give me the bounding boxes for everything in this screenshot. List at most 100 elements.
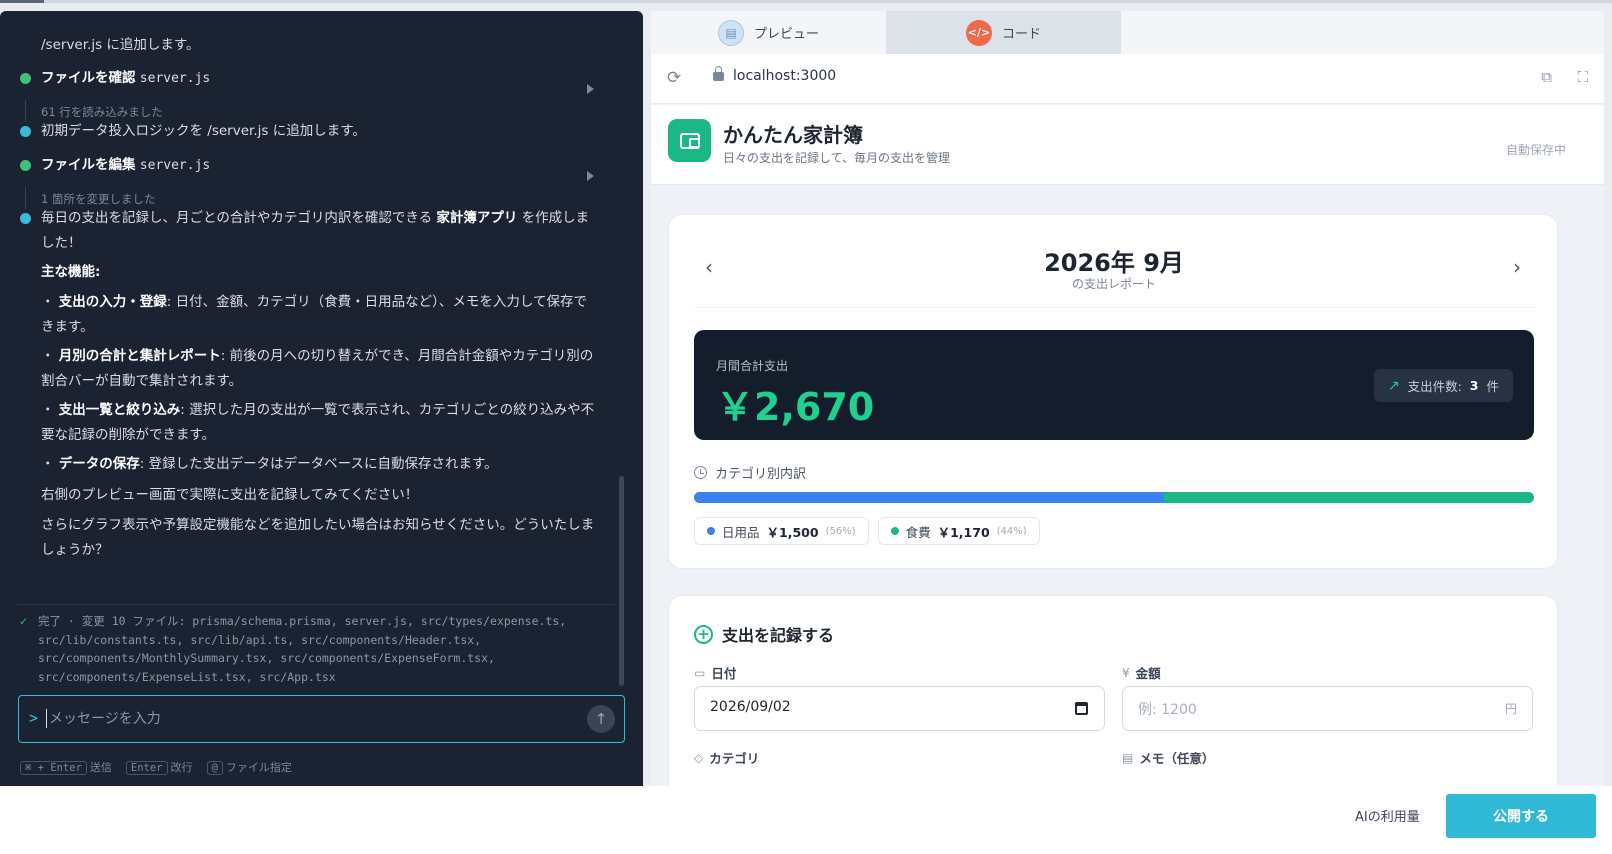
open-external-icon[interactable]: ⧉ xyxy=(1541,68,1552,86)
app-subtitle: 日々の支出を記録して、毎月の支出を管理 xyxy=(723,151,951,165)
status-dot-icon xyxy=(20,213,31,224)
chat-scrollbar[interactable] xyxy=(619,476,624,686)
completion-summary: ✓ 完了 · 変更 10 ファイル: prisma/schema.prisma,… xyxy=(20,612,612,686)
chat-message: /server.js に追加します。 xyxy=(20,33,610,58)
document-icon: ▤ xyxy=(1122,750,1134,765)
tab-bar: ▤ プレビュー </> コード xyxy=(651,11,1604,54)
preview-panel: ▤ プレビュー </> コード ⟳ localhost:3000 ⧉ ⛶ かんた… xyxy=(651,11,1604,786)
fullscreen-icon[interactable]: ⛶ xyxy=(1577,68,1588,86)
amount-placeholder: 例: 1200 xyxy=(1138,702,1197,718)
tag-icon: ◇ xyxy=(694,750,704,765)
hint-file: @ ファイル指定 xyxy=(206,759,292,775)
feature-item: ・ 月別の合計と集計レポート: 前後の月への切り替えができ、月間合計金額やカテゴ… xyxy=(41,348,594,389)
chip-percent: (44%) xyxy=(996,525,1027,537)
status-dot-icon xyxy=(20,126,31,137)
share-bar-daily-goods xyxy=(694,492,1165,503)
arrow-up-icon: ↑ xyxy=(594,710,608,728)
date-value: 2026/09/02 xyxy=(710,699,791,715)
green-dot-icon xyxy=(890,527,899,535)
hint-newline: Enter 改行 xyxy=(125,759,193,775)
plus-circle-icon: + xyxy=(694,624,713,644)
date-input[interactable]: 2026/09/02 xyxy=(694,686,1105,731)
count-label: 支出件数: xyxy=(1407,379,1462,394)
tool-step-read[interactable]: ファイルを確認 server.js xyxy=(20,66,610,91)
count-value: 3 xyxy=(1469,378,1479,393)
memo-label: ▤ メモ（任意） xyxy=(1122,750,1215,767)
status-dot-icon xyxy=(20,73,31,84)
category-chip-daily-goods[interactable]: 日用品 ￥1,500 (56%) xyxy=(694,517,869,545)
chat-message: 初期データ投入ロジックを /server.js に追加します。 xyxy=(20,119,610,144)
url-text[interactable]: localhost:3000 xyxy=(733,68,836,84)
amount-input[interactable]: 例: 1200 円 xyxy=(1122,686,1533,731)
expand-triangle-icon[interactable] xyxy=(587,84,594,94)
send-button[interactable]: ↑ xyxy=(587,705,615,733)
expense-count-badge: ↗ 支出件数: 3 件 xyxy=(1373,369,1513,402)
chip-amount: ￥1,170 xyxy=(937,524,990,540)
category-label: ◇ カテゴリ xyxy=(694,750,760,767)
wallet-icon xyxy=(668,119,711,162)
chat-panel: /server.js に追加します。 ファイルを確認 server.js 61 … xyxy=(0,11,643,786)
hint-send: ⌘ + Enter 送信 xyxy=(20,759,112,775)
address-bar: ⟳ localhost:3000 ⧉ ⛶ xyxy=(651,54,1604,104)
category-share-bar xyxy=(694,492,1534,503)
pie-chart-icon xyxy=(694,466,707,479)
calendar-icon: ▭ xyxy=(694,665,706,680)
tab-preview[interactable]: ▤ プレビュー xyxy=(651,11,886,54)
app-title: かんたん家計簿 xyxy=(723,123,863,147)
category-breakdown-heading: カテゴリ別内訳 xyxy=(694,463,806,482)
tool-step-edit[interactable]: ファイルを編集 server.js xyxy=(20,153,610,178)
keyboard-hints: ⌘ + Enter 送信 Enter 改行 @ ファイル指定 xyxy=(20,759,292,775)
blue-dot-icon xyxy=(707,527,715,535)
total-value: ￥2,670 xyxy=(716,385,875,429)
app-header: かんたん家計簿 日々の支出を記録して、毎月の支出を管理 自動保存中 xyxy=(651,105,1604,185)
tool-action: ファイルを確認 xyxy=(41,70,136,86)
chat-message-summary: 毎日の支出を記録し、月ごとの合計やカテゴリ内訳を確認できる 家計簿アプリ を作成… xyxy=(20,206,598,256)
feature-item: ・ 支出の入力・登録: 日付、金額、カテゴリ（食費・日用品など）、メモを入力して… xyxy=(41,294,587,335)
feature-item: ・ 支出一覧と絞り込み: 選択した月の支出が一覧で表示され、カテゴリごとの絞り込… xyxy=(41,402,595,443)
closing-question: さらにグラフ表示や予算設定機能などを追加したい場合はお知らせください。どういたし… xyxy=(41,517,595,558)
month-title: 2026年 9月 xyxy=(1044,249,1184,277)
category-chip-food[interactable]: 食費 ￥1,170 (44%) xyxy=(877,517,1040,545)
chip-name: 日用品 xyxy=(722,524,760,540)
top-progress-line xyxy=(0,0,1612,3)
status-dot-icon xyxy=(20,160,31,171)
bottom-bar: AIの利用量 公開する xyxy=(0,786,1612,854)
form-title: + 支出を記録する xyxy=(694,622,834,646)
date-label: ▭ 日付 xyxy=(694,665,737,682)
category-chips: 日用品 ￥1,500 (56%) 食費 ￥1,170 (44%) xyxy=(694,517,1040,545)
monthly-total-box: 月間合計支出 ￥2,670 ↗ 支出件数: 3 件 xyxy=(694,330,1534,440)
expand-triangle-icon[interactable] xyxy=(587,171,594,181)
calendar-picker-icon[interactable] xyxy=(1075,702,1088,715)
divider xyxy=(694,307,1534,308)
autosave-status: 自動保存中 xyxy=(1505,143,1566,157)
app-window: /server.js に追加します。 ファイルを確認 server.js 61 … xyxy=(0,0,1612,854)
trending-up-icon: ↗ xyxy=(1387,377,1400,394)
chat-log[interactable]: /server.js に追加します。 ファイルを確認 server.js 61 … xyxy=(0,11,630,691)
summary-app-name: 家計簿アプリ xyxy=(436,210,518,226)
publish-button[interactable]: 公開する xyxy=(1446,794,1596,838)
month-subtitle: の支出レポート xyxy=(1071,277,1156,291)
chat-message-text: /server.js に追加します。 xyxy=(41,37,200,53)
yen-icon: ¥ xyxy=(1122,665,1130,680)
message-input-box[interactable]: > ↑ xyxy=(18,695,625,743)
monthly-report-card: ‹ › 2026年 9月 の支出レポート 月間合計支出 ￥2,670 ↗ 支出件… xyxy=(668,214,1558,569)
expense-form-card: + 支出を記録する ▭ 日付 2026/09/02 ¥ 金額 例: 1200 円 ◇… xyxy=(668,595,1558,786)
divider xyxy=(17,604,615,605)
amount-label: ¥ 金額 xyxy=(1122,665,1161,682)
prompt-icon: > xyxy=(29,709,39,727)
tab-label: プレビュー xyxy=(753,27,819,42)
chat-message-text: 初期データ投入ロジックを /server.js に追加します。 xyxy=(41,123,366,139)
feature-item: ・ データの保存: 登録した支出データはデータベースに自動保存されます。 xyxy=(41,456,498,472)
reload-icon[interactable]: ⟳ xyxy=(667,68,681,88)
preview-icon: ▤ xyxy=(717,19,744,46)
features-heading: 主な機能: xyxy=(41,264,101,280)
summary-text: 毎日の支出を記録し、月ごとの合計やカテゴリ内訳を確認できる xyxy=(41,210,437,226)
code-icon: </> xyxy=(965,19,992,46)
tab-code[interactable]: </> コード xyxy=(886,11,1121,54)
changed-files-text: 完了 · 変更 10 ファイル: prisma/schema.prisma, s… xyxy=(38,614,567,684)
ai-usage-link[interactable]: AIの利用量 xyxy=(1355,806,1420,825)
amount-unit: 円 xyxy=(1504,702,1517,716)
message-input[interactable] xyxy=(49,706,569,732)
count-unit: 件 xyxy=(1486,379,1499,394)
tool-file: server.js xyxy=(139,158,211,173)
